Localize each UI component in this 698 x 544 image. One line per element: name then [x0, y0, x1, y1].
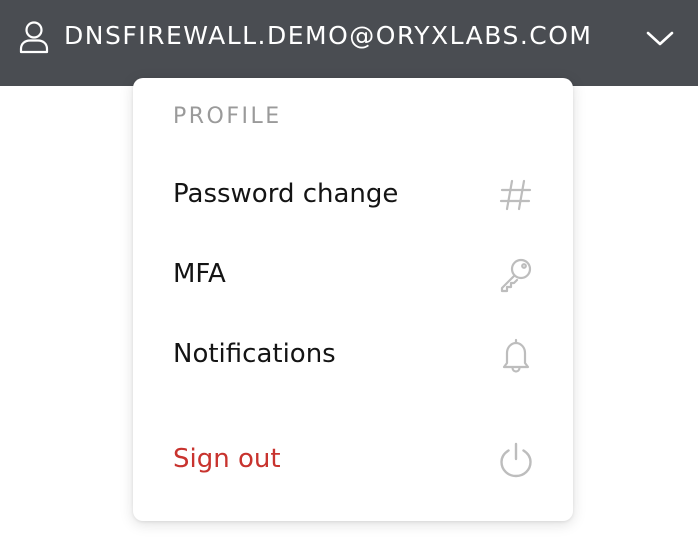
chevron-down-icon [646, 31, 674, 46]
menu-item-mfa[interactable]: MFA [133, 244, 573, 304]
power-icon [500, 442, 532, 478]
account-email: DNSFIREWALL.DEMO@ORYXLABS.COM [64, 21, 593, 50]
bell-icon [502, 338, 530, 373]
menu-item-label: MFA [173, 259, 226, 289]
account-menu-toggle[interactable]: DNSFIREWALL.DEMO@ORYXLABS.COM [0, 0, 698, 74]
menu-item-notifications[interactable]: Notifications [133, 324, 573, 384]
hash-icon [499, 179, 532, 211]
sign-out-button[interactable]: Sign out [133, 429, 573, 489]
section-title-profile: PROFILE [173, 104, 282, 129]
key-icon [500, 258, 532, 293]
menu-item-label: Notifications [173, 339, 336, 369]
menu-item-label: Password change [173, 179, 399, 209]
profile-dropdown: PROFILE Password change MFA Notification… [133, 78, 573, 521]
sign-out-label: Sign out [173, 444, 281, 474]
user-icon [19, 21, 49, 54]
menu-item-password-change[interactable]: Password change [133, 164, 573, 224]
top-bar: DNSFIREWALL.DEMO@ORYXLABS.COM [0, 0, 698, 86]
